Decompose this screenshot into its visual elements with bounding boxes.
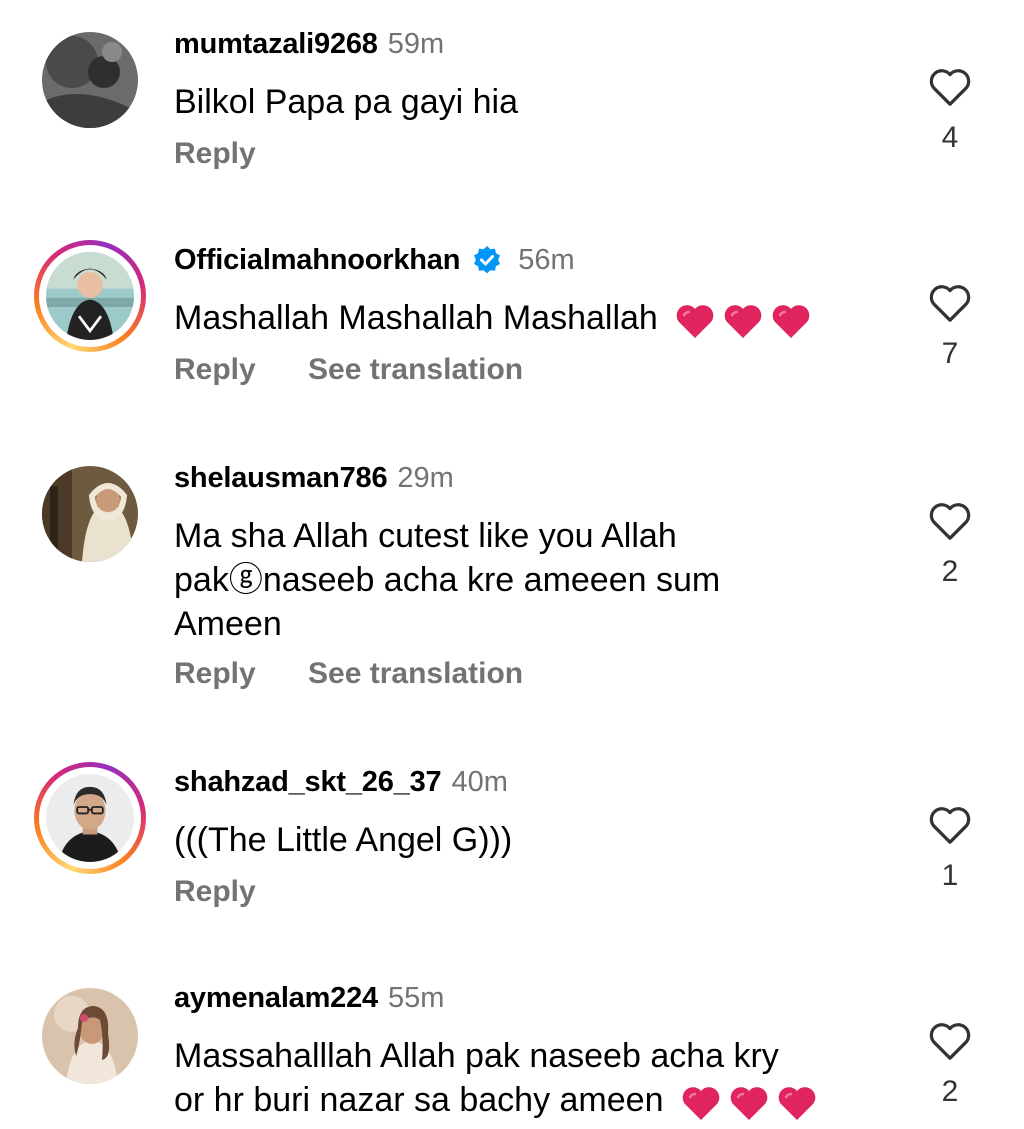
like-control: 1	[926, 804, 974, 894]
red-heart-icon	[675, 304, 715, 340]
like-control: 7	[926, 282, 974, 372]
red-heart-icon	[723, 304, 763, 340]
avatar[interactable]	[34, 240, 146, 352]
see-translation-button[interactable]: See translation	[308, 657, 523, 690]
reply-button[interactable]: Reply	[174, 657, 256, 690]
reply-button[interactable]: Reply	[174, 353, 256, 386]
like-control: 2	[926, 500, 974, 590]
avatar[interactable]	[40, 986, 140, 1086]
like-count: 1	[941, 859, 959, 892]
username[interactable]: shahzad_skt_26_37	[174, 764, 442, 800]
red-heart-emojis	[675, 298, 819, 342]
heart-outline-icon[interactable]	[927, 282, 973, 324]
like-control: 4	[926, 66, 974, 156]
comment-text: Bilkol Papa pa gayi hia	[174, 83, 519, 121]
like-count: 2	[941, 1075, 959, 1108]
like-control: 2	[926, 1020, 974, 1110]
avatar[interactable]	[40, 464, 140, 564]
heart-outline-icon[interactable]	[927, 1020, 973, 1062]
red-heart-icon	[729, 1086, 769, 1122]
red-heart-icon	[771, 304, 811, 340]
red-heart-icon	[777, 1086, 817, 1122]
see-translation-button[interactable]: See translation	[308, 353, 523, 386]
red-heart-emojis	[681, 1080, 825, 1124]
username[interactable]: shelausman786	[174, 460, 388, 496]
heart-outline-icon[interactable]	[927, 500, 973, 542]
timestamp: 56m	[518, 244, 575, 276]
timestamp: 55m	[387, 982, 445, 1014]
comment-text: Massahalllah Allah pak naseeb acha kry o…	[174, 1034, 825, 1124]
reply-button[interactable]: Reply	[174, 875, 256, 908]
comment-text: Mashallah Mashallah Mashallah	[174, 296, 819, 342]
reply-button[interactable]: Reply	[174, 137, 256, 170]
like-count: 7	[941, 337, 959, 370]
comment-text: Ma sha Allah cutest like you Allah pakⓖn…	[174, 517, 721, 643]
heart-outline-icon[interactable]	[927, 66, 973, 108]
username[interactable]: mumtazali9268	[174, 26, 378, 62]
timestamp: 40m	[451, 766, 508, 798]
avatar[interactable]	[40, 30, 140, 130]
username[interactable]: aymenalam224	[174, 980, 378, 1016]
like-count: 2	[941, 555, 959, 588]
like-count: 4	[941, 121, 959, 154]
timestamp: 29m	[397, 462, 454, 494]
timestamp: 59m	[387, 28, 445, 60]
heart-outline-icon[interactable]	[927, 804, 973, 846]
verified-badge-icon	[472, 245, 502, 275]
username[interactable]: Officialmahnoorkhan	[174, 242, 460, 278]
red-heart-icon	[681, 1086, 721, 1122]
avatar[interactable]	[34, 762, 146, 874]
comment-text: (((The Little Angel G)))	[174, 821, 513, 859]
